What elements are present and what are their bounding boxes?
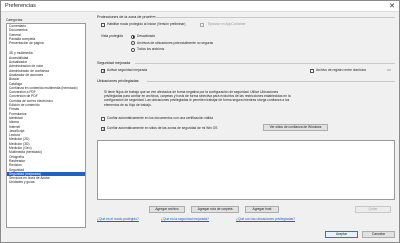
divider	[151, 17, 395, 18]
radio-all-files-label: Todos los archivos	[137, 47, 165, 51]
ok-button[interactable]: Aceptar	[325, 231, 358, 238]
run-appcontainer-checkbox[interactable]	[200, 22, 204, 27]
trust-certified-label: Confiar automáticamente en los documento…	[107, 116, 213, 120]
cross-domain-log-label: Archivo de registro entre dominios	[316, 68, 367, 72]
enhanced-security-heading: Seguridad mejorada	[97, 61, 131, 65]
categories-list[interactable]: Comentario Documentos General Pantalla comp…	[6, 23, 86, 228]
radio-disabled[interactable]	[131, 34, 135, 39]
trust-win-os-label: Confiar automáticamente en sitios de las…	[107, 126, 218, 130]
divider	[147, 81, 395, 82]
radio-disabled-label: Desactivado	[137, 34, 156, 38]
categories-label: Categorías:	[6, 18, 24, 22]
folder-icon[interactable]: ▭	[387, 68, 391, 72]
protected-view-label: Vista protegida	[101, 34, 123, 38]
window-title: Preferencias	[5, 3, 36, 9]
privileged-locations-link[interactable]: ¿Qué son las ubicaciones privilegiadas?	[236, 217, 295, 221]
sandbox-heading: Protecciones de la zona de pruebas	[97, 15, 156, 19]
remove-button[interactable]: Quitar	[355, 206, 391, 213]
trust-certified-checkbox[interactable]	[101, 116, 105, 121]
trust-win-os-checkbox[interactable]	[101, 126, 106, 131]
enable-protected-mode-label: Habilitar modo protegido al iniciar (Ver…	[107, 22, 186, 26]
enhanced-security-link[interactable]: ¿Qué es la seguridad mejorada?	[161, 217, 209, 221]
add-file-button[interactable]: Agregar archivo	[149, 206, 185, 213]
protected-mode-link[interactable]: ¿Qué es el modo protegido?	[97, 217, 139, 221]
view-windows-trusted-sites-button[interactable]: Ver sitios de confianza de Windows	[263, 124, 328, 131]
preferences-dialog: Preferencias ✕ Categorías: Comentario Doc…	[0, 0, 400, 243]
category-item[interactable]: Unidades y guías	[7, 180, 85, 184]
run-appcontainer-label: Ejecutar en AppContainer	[208, 22, 246, 26]
activate-enhanced-security-label: Activar seguridad mejorada	[107, 68, 148, 72]
add-folder-path-button[interactable]: Agregar ruta de carpeta	[191, 206, 239, 213]
radio-all-files[interactable]	[131, 47, 135, 52]
cross-domain-log-checkbox[interactable]	[310, 68, 314, 73]
privileged-locations-list[interactable]	[97, 140, 395, 200]
divider	[135, 63, 395, 64]
privileged-heading: Ubicaciones privilegiadas	[97, 79, 139, 83]
title-bar: Preferencias ✕	[1, 1, 399, 12]
activate-enhanced-security-checkbox[interactable]	[101, 68, 106, 73]
add-host-button[interactable]: Agregar host	[245, 206, 279, 213]
close-icon[interactable]: ✕	[389, 2, 395, 11]
privileged-description: Si tiene flujos de trabajo que se ven af…	[104, 90, 291, 107]
enable-protected-mode-checkbox[interactable]	[101, 22, 105, 27]
radio-unsafe-locations-label: Archivos de ubicaciones potencialmente n…	[137, 40, 214, 45]
cancel-button[interactable]: Cancelar	[362, 231, 395, 238]
radio-unsafe-locations[interactable]	[131, 41, 135, 45]
